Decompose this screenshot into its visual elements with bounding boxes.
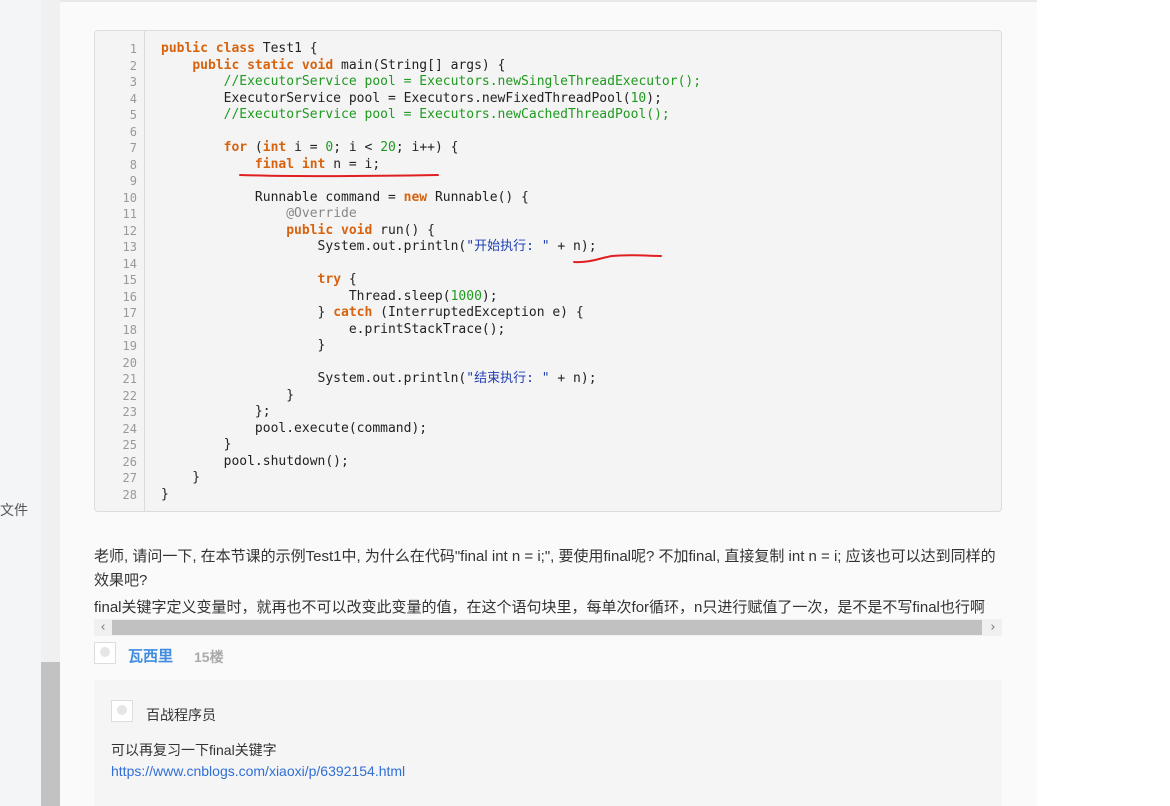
code-line: } catch (InterruptedException e) {	[161, 305, 584, 320]
line-number: 18	[122, 322, 137, 337]
line-number: 13	[122, 240, 137, 254]
code-block: 1 2 3 4 5 6 7 8 9 10 11 12 13 14 15 16 1…	[94, 30, 1002, 512]
reply-box: 百战程序员 可以再复习一下final关键字 https://www.cnblog…	[94, 680, 1002, 806]
horizontal-scrollbar[interactable]: ‹ ›	[94, 619, 1002, 636]
line-number: 5	[129, 108, 137, 122]
code-line: pool.execute(command);	[161, 420, 428, 436]
code-line: for (int i = 0; i < 20; i++) {	[223, 140, 459, 155]
code-line: try {	[317, 272, 357, 287]
line-number: 11	[122, 207, 137, 221]
line-number: 26	[122, 454, 137, 469]
line-number: 28	[122, 487, 137, 502]
code-line: }	[161, 387, 295, 403]
question-text: 老师, 请问一下, 在本节课的示例Test1中, 为什么在代码"final in…	[94, 548, 996, 589]
code-line: }	[161, 486, 169, 502]
floor-number: 15楼	[194, 649, 224, 665]
line-numbers: 1 2 3 4 5 6 7 8 9 10 11 12 13 14 15 16 1…	[95, 41, 137, 503]
line-number: 4	[129, 91, 137, 106]
scroll-right-icon[interactable]: ›	[984, 619, 1002, 636]
line-number: 22	[122, 388, 137, 403]
code-line: Runnable command = new Runnable() {	[161, 189, 529, 205]
code-line: };	[161, 404, 271, 419]
line-number: 27	[122, 471, 137, 485]
code-line: //ExecutorService pool = Executors.newSi…	[223, 74, 702, 89]
line-number: 24	[122, 421, 137, 436]
line-number: 23	[122, 405, 137, 419]
line-number: 1	[129, 42, 137, 56]
code-line: }	[161, 338, 326, 353]
code-line: System.out.println("结束执行: " + n);	[161, 371, 597, 386]
code-line: e.printStackTrace();	[161, 321, 506, 337]
left-panel	[0, 0, 41, 806]
line-number: 8	[129, 157, 137, 172]
code-line: //ExecutorService pool = Executors.newCa…	[223, 107, 670, 122]
code-line: @Override	[286, 206, 357, 221]
sidebar-label[interactable]: 文件	[0, 500, 28, 520]
code-line: System.out.println("开始执行: " + n);	[161, 239, 597, 254]
code-line: public class Test1 {	[161, 41, 318, 56]
code-line: }	[161, 437, 232, 452]
code-lines: public class Test1 { public static void …	[161, 41, 701, 503]
horizontal-scrollbar-thumb[interactable]	[112, 620, 982, 635]
line-number: 2	[129, 58, 137, 73]
line-number: 17	[122, 306, 137, 320]
code-line: final int n = i;	[254, 156, 381, 172]
line-number: 20	[122, 355, 137, 370]
line-number: 7	[129, 141, 137, 155]
code-line: public void run() {	[286, 222, 435, 238]
line-number: 3	[129, 75, 137, 89]
top-divider	[60, 0, 1037, 2]
reply-avatar[interactable]	[111, 700, 133, 722]
line-number: 16	[122, 289, 137, 304]
line-number: 21	[122, 372, 137, 386]
reply-link[interactable]: https://www.cnblogs.com/xiaoxi/p/6392154…	[111, 763, 405, 779]
line-number: 10	[122, 190, 137, 205]
line-number: 14	[122, 256, 137, 271]
code-line: }	[161, 470, 201, 485]
code-line: pool.shutdown();	[161, 453, 349, 469]
line-number: 9	[129, 174, 137, 188]
avatar[interactable]	[94, 642, 116, 664]
line-number: 25	[122, 438, 137, 452]
code-line: Thread.sleep(1000);	[161, 288, 498, 304]
scroll-left-icon[interactable]: ‹	[94, 619, 112, 636]
line-number: 12	[122, 223, 137, 238]
question-followup: final关键字定义变量时，就再也不可以改变此变量的值，在这个语句块里，每单次f…	[94, 599, 985, 616]
reply-text: 可以再复习一下final关键字	[111, 742, 277, 758]
line-number: 19	[122, 339, 137, 353]
vertical-scrollbar-thumb[interactable]	[41, 662, 60, 806]
reply-author: 百战程序员	[146, 707, 216, 723]
line-number: 6	[129, 124, 137, 139]
username-link[interactable]: 瓦西里	[128, 645, 173, 666]
line-number: 15	[122, 273, 137, 287]
code-line: ExecutorService pool = Executors.newFixe…	[161, 90, 662, 106]
code-line: public static void main(String[] args) {	[192, 57, 506, 73]
